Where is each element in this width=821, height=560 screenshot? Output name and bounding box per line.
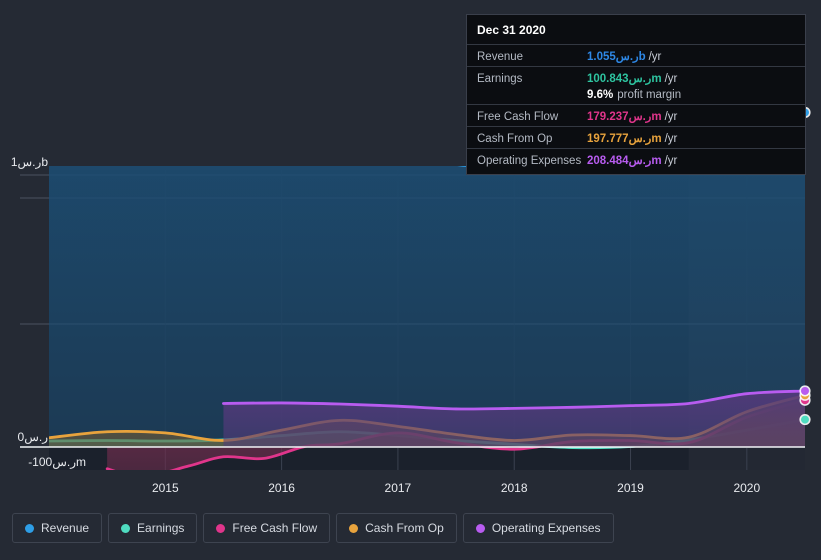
tooltip-row-unit: /yr xyxy=(648,51,662,63)
endpoint-marker-operating-expenses[interactable] xyxy=(801,386,809,395)
tooltip-row-value: 179.237ر.سm xyxy=(587,111,662,123)
x-axis-tick-2015: 2015 xyxy=(151,481,179,495)
legend-item-operating-expenses[interactable]: Operating Expenses xyxy=(462,513,614,543)
tooltip-row-unit: /yr xyxy=(664,73,678,85)
x-axis-tick-2019: 2019 xyxy=(617,481,644,495)
tooltip-row-label: Free Cash Flow xyxy=(477,111,559,123)
legend-item-earnings[interactable]: Earnings xyxy=(108,513,198,543)
tooltip-row-label: Cash From Op xyxy=(477,133,553,145)
tooltip-row-unit: /yr xyxy=(664,133,678,145)
chart-legend[interactable]: Revenue Earnings Free Cash Flow Cash From O… xyxy=(12,513,614,543)
legend-item-cash-from-op[interactable]: Cash From Op xyxy=(336,513,457,543)
endpoint-marker-earnings[interactable] xyxy=(801,415,809,424)
x-axis-tick-2016: 2016 xyxy=(268,481,295,495)
legend-color-dot-icon xyxy=(25,523,34,533)
tooltip-row-unit: /yr xyxy=(664,155,678,167)
profit-margin-label: profit margin xyxy=(617,89,682,101)
tooltip-row: Free Cash Flow 179.237ر.سm/yr xyxy=(467,104,805,126)
tooltip-profit-margin-row: 9.6% profit margin xyxy=(467,88,805,104)
x-axis-tick-2020: 2020 xyxy=(733,481,761,495)
legend-item-label: Operating Expenses xyxy=(491,521,601,535)
y-axis-label-zero: 0ر.س xyxy=(17,430,48,444)
tooltip-row: Revenue 1.055ر.سb/yr xyxy=(467,44,805,66)
x-axis-tick-2017: 2017 xyxy=(384,481,412,495)
tooltip-row-value: 100.843ر.سm xyxy=(587,73,662,85)
tooltip-row-label: Revenue xyxy=(477,51,524,63)
legend-color-dot-icon xyxy=(216,523,226,533)
y-axis-label-negative: -100ر.سm xyxy=(28,455,86,469)
legend-item-label: Earnings xyxy=(137,521,185,535)
y-axis-label-top: 1ر.سb xyxy=(10,155,48,169)
chart-tooltip: Dec 31 2020 Revenue 1.055ر.سb/yr Earnings 1… xyxy=(466,14,806,175)
tooltip-row-label: Earnings xyxy=(477,73,523,85)
legend-color-dot-icon xyxy=(349,523,359,533)
tooltip-row-value: 208.484ر.سm xyxy=(587,155,662,167)
legend-color-dot-icon xyxy=(475,523,485,533)
tooltip-rows: Revenue 1.055ر.سb/yr Earnings 100.843ر.سm/y… xyxy=(467,44,805,170)
tooltip-row-value: 197.777ر.سm xyxy=(587,133,662,145)
tooltip-row-label: Operating Expenses xyxy=(477,155,582,167)
tooltip-row: Earnings 100.843ر.سm/yr xyxy=(467,66,805,88)
tooltip-date: Dec 31 2020 xyxy=(477,23,546,37)
tooltip-row-unit: /yr xyxy=(664,111,678,123)
legend-color-dot-icon xyxy=(121,523,131,533)
tooltip-row-value: 1.055ر.سb xyxy=(587,51,646,63)
legend-item-free-cash-flow[interactable]: Free Cash Flow xyxy=(203,513,331,543)
legend-item-revenue[interactable]: Revenue xyxy=(12,513,103,543)
tooltip-row: Operating Expenses 208.484ر.سm/yr xyxy=(467,148,805,170)
legend-item-label: Free Cash Flow xyxy=(232,521,318,535)
legend-item-label: Revenue xyxy=(41,521,90,535)
x-axis-tick-2018: 2018 xyxy=(500,481,528,495)
chart-screenshot: 1ر.سb 0ر.س -100ر.سm 2015 2016 2017 2018 2019… xyxy=(0,0,821,560)
tooltip-row: Cash From Op 197.777ر.سm/yr xyxy=(467,126,805,148)
profit-margin-value: 9.6% xyxy=(587,89,614,101)
legend-item-label: Cash From Op xyxy=(365,521,444,535)
